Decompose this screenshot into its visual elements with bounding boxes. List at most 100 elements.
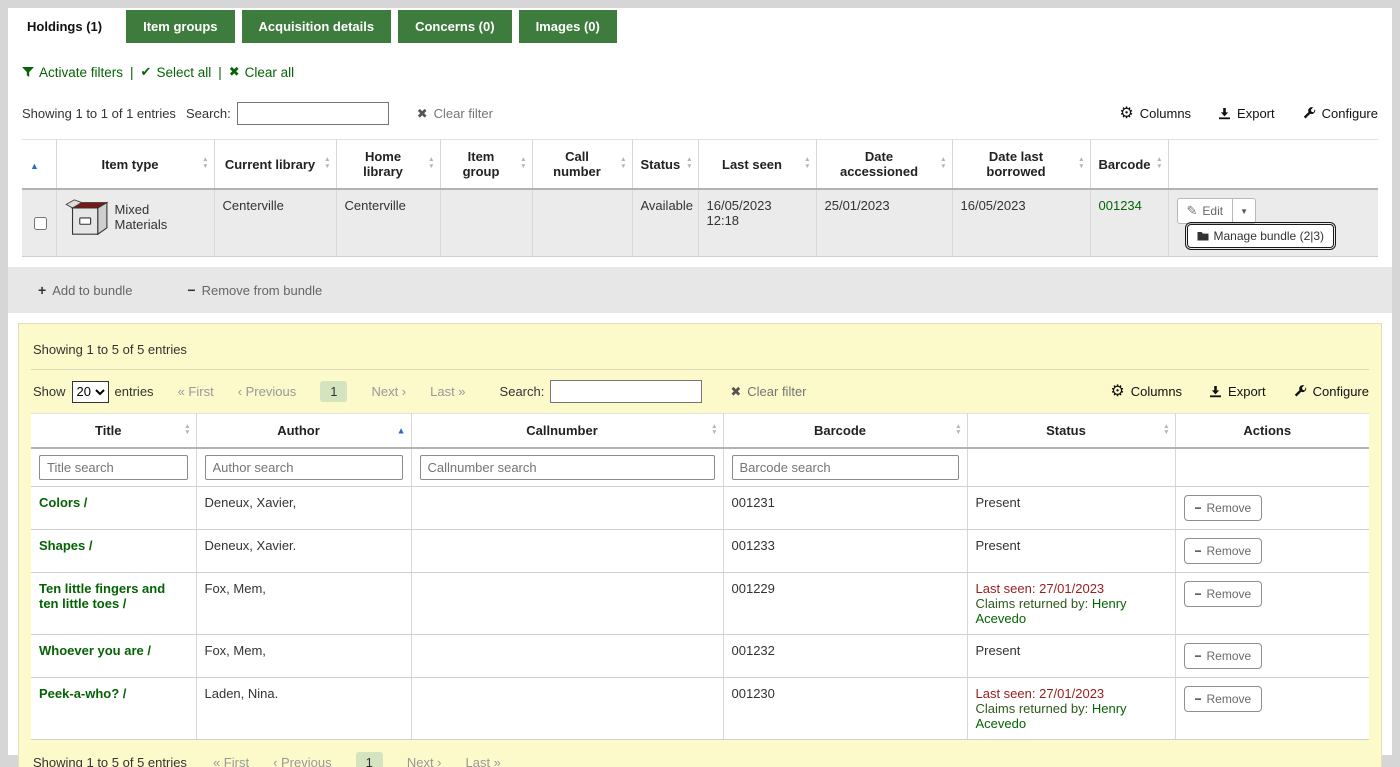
- bundle-footer-showing: Showing 1 to 5 of 5 entries: [33, 755, 187, 767]
- title-link[interactable]: Shapes /: [39, 538, 92, 553]
- sort-icon: ▲▼: [940, 157, 946, 171]
- column-status[interactable]: Status▲▼: [632, 140, 698, 190]
- column-status[interactable]: Status▲▼: [967, 414, 1175, 449]
- bundle-header-row: Title▲▼ Author▲ Callnumber▲▼ Barcode▲▼ S…: [31, 414, 1369, 449]
- remove-button[interactable]: −Remove: [1184, 495, 1263, 521]
- column-barcode[interactable]: Barcode▲▼: [1090, 140, 1168, 190]
- bundle-clear-filter[interactable]: ✖ Clear filter: [730, 384, 806, 400]
- table-row: Ten little fingers and ten little toes /…: [31, 573, 1369, 635]
- holdings-row: Mixed Materials Centerville Centerville …: [22, 189, 1378, 257]
- callnumber-search-input[interactable]: [420, 455, 715, 480]
- column-last-seen[interactable]: Last seen▲▼: [698, 140, 816, 190]
- holdings-clear-filter[interactable]: ✖ Clear filter: [417, 106, 493, 122]
- column-item-group[interactable]: Item group▲▼: [440, 140, 532, 190]
- sort-icon: ▲▼: [620, 157, 626, 171]
- funnel-icon: [22, 66, 34, 78]
- column-barcode[interactable]: Barcode▲▼: [723, 414, 967, 449]
- tab-acquisition-details[interactable]: Acquisition details: [242, 10, 392, 43]
- row-checkbox[interactable]: [34, 217, 47, 230]
- column-home-library[interactable]: Home library▲▼: [336, 140, 440, 190]
- status-last-seen: Last seen: 27/01/2023: [976, 686, 1105, 701]
- status-value: Present: [967, 487, 1175, 530]
- item-group-value: [440, 189, 532, 257]
- title-search-input[interactable]: [39, 455, 188, 480]
- title-link[interactable]: Peek-a-who? /: [39, 686, 126, 701]
- remove-button[interactable]: −Remove: [1184, 538, 1263, 564]
- column-current-library[interactable]: Current library▲▼: [214, 140, 336, 190]
- bundle-panel: Showing 1 to 5 of 5 entries Show 20 entr…: [18, 323, 1382, 767]
- holdings-search-input[interactable]: [237, 102, 389, 125]
- column-select[interactable]: ▲: [22, 140, 56, 190]
- clear-all-link[interactable]: ✖ Clear all: [229, 64, 294, 80]
- folder-icon: [1197, 231, 1209, 241]
- separator: |: [130, 65, 134, 80]
- status-value: Present: [967, 530, 1175, 573]
- pagination-previous[interactable]: ‹ Previous: [238, 384, 297, 399]
- column-callnumber[interactable]: Callnumber▲▼: [411, 414, 723, 449]
- pagination-previous[interactable]: ‹ Previous: [273, 755, 332, 767]
- check-icon: ✔: [141, 64, 152, 80]
- title-link[interactable]: Ten little fingers and ten little toes /: [39, 581, 165, 611]
- status-value: Last seen: 27/01/2023 Claims returned by…: [967, 573, 1175, 635]
- remove-button[interactable]: −Remove: [1184, 643, 1263, 669]
- minus-icon: −: [1195, 544, 1202, 558]
- columns-button[interactable]: ⚙ Columns: [1110, 384, 1182, 400]
- pagination-page-1[interactable]: 1: [356, 752, 383, 767]
- export-button[interactable]: Export: [1218, 106, 1275, 121]
- separator: |: [218, 65, 222, 80]
- title-link[interactable]: Colors /: [39, 495, 87, 510]
- columns-button[interactable]: ⚙ Columns: [1119, 106, 1191, 122]
- activate-filters-link[interactable]: Activate filters: [22, 65, 123, 80]
- column-title[interactable]: Title▲▼: [31, 414, 196, 449]
- configure-button[interactable]: Configure: [1302, 106, 1378, 121]
- column-call-number[interactable]: Call number▲▼: [532, 140, 632, 190]
- tab-holdings[interactable]: Holdings (1): [10, 10, 119, 43]
- barcode-search-input[interactable]: [732, 455, 959, 480]
- pagination-next[interactable]: Next ›: [407, 755, 442, 767]
- pagination-last[interactable]: Last »: [430, 384, 465, 399]
- pagination-last[interactable]: Last »: [466, 755, 501, 767]
- gear-icon: ⚙: [1119, 106, 1133, 122]
- bundle-table-tools: ⚙ Columns Export Configure: [1110, 384, 1369, 400]
- add-to-bundle-button[interactable]: + Add to bundle: [38, 282, 132, 298]
- remove-button[interactable]: −Remove: [1184, 581, 1263, 607]
- sort-icon: ▲▼: [1078, 157, 1084, 171]
- remove-from-bundle-button[interactable]: − Remove from bundle: [187, 282, 322, 298]
- holdings-table-tools: ⚙ Columns Export Configure: [1119, 106, 1378, 122]
- edit-dropdown-toggle[interactable]: ▼: [1233, 198, 1256, 224]
- author-value: Fox, Mem,: [196, 635, 411, 678]
- status-value: Last seen: 27/01/2023 Claims returned by…: [967, 678, 1175, 740]
- tab-images[interactable]: Images (0): [519, 10, 617, 43]
- edit-button[interactable]: ✎ Edit: [1177, 198, 1234, 224]
- barcode-value: 001231: [723, 487, 967, 530]
- sort-icon: ▲▼: [804, 157, 810, 171]
- pagination-page-1[interactable]: 1: [320, 381, 347, 402]
- page-size-select[interactable]: 20: [72, 381, 109, 403]
- column-author[interactable]: Author▲: [196, 414, 411, 449]
- bundle-search-input[interactable]: [550, 380, 702, 403]
- pagination-first[interactable]: « First: [178, 384, 214, 399]
- item-type-value: Mixed Materials: [115, 202, 206, 232]
- call-number-value: [532, 189, 632, 257]
- export-button[interactable]: Export: [1209, 384, 1266, 399]
- manage-bundle-button[interactable]: Manage bundle (2|3): [1187, 224, 1335, 248]
- bundle-table-controls: Show 20 entries « First ‹ Previous 1 Nex…: [33, 380, 1369, 403]
- current-library-value: Centerville: [214, 189, 336, 257]
- tab-item-groups[interactable]: Item groups: [126, 10, 234, 43]
- configure-button[interactable]: Configure: [1293, 384, 1369, 399]
- title-link[interactable]: Whoever you are /: [39, 643, 151, 658]
- pagination-first[interactable]: « First: [213, 755, 249, 767]
- tab-concerns[interactable]: Concerns (0): [398, 10, 511, 43]
- minus-icon: −: [1195, 692, 1202, 706]
- remove-button[interactable]: −Remove: [1184, 686, 1263, 712]
- pagination-next[interactable]: Next ›: [371, 384, 406, 399]
- select-all-link[interactable]: ✔ Select all: [141, 64, 212, 80]
- author-search-input[interactable]: [205, 455, 403, 480]
- author-value: Fox, Mem,: [196, 573, 411, 635]
- barcode-link[interactable]: 001234: [1099, 198, 1142, 213]
- column-date-last-borrowed[interactable]: Date last borrowed▲▼: [952, 140, 1090, 190]
- bundle-filter-row: [31, 448, 1369, 487]
- column-item-type[interactable]: Item type▲▼: [56, 140, 214, 190]
- column-date-accessioned[interactable]: Date accessioned▲▼: [816, 140, 952, 190]
- status-value: Available: [632, 189, 698, 257]
